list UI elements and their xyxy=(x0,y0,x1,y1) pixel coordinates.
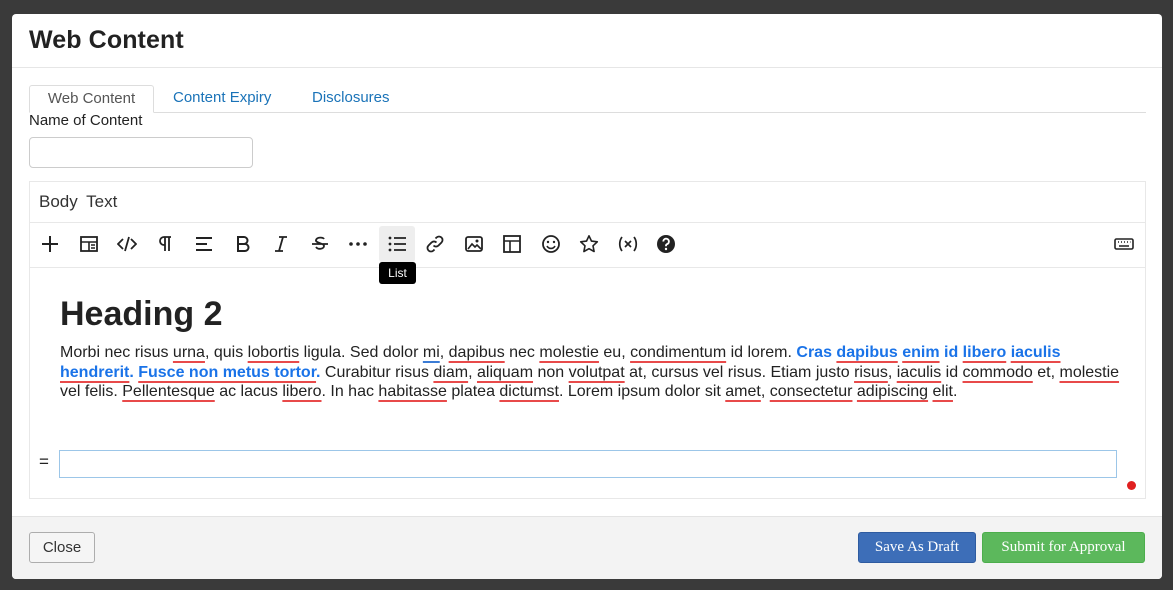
web-content-modal: Web Content Web Content Content Expiry D… xyxy=(12,14,1162,579)
close-button[interactable]: Close xyxy=(29,532,95,563)
tab-web-content[interactable]: Web Content xyxy=(29,85,154,113)
tab-bar: Web Content Content Expiry Disclosures xyxy=(29,85,1146,113)
star-icon[interactable] xyxy=(571,226,607,262)
modal-title: Web Content xyxy=(29,26,184,54)
list-tooltip: List xyxy=(379,262,416,284)
name-of-content-label: Name of Content xyxy=(29,112,143,129)
image-icon[interactable] xyxy=(456,226,492,262)
keyboard-icon[interactable] xyxy=(1106,226,1142,262)
tab-disclosures[interactable]: Disclosures xyxy=(312,85,390,111)
emoji-icon[interactable] xyxy=(533,226,569,262)
equals-marker: = xyxy=(39,452,49,471)
variable-icon[interactable] xyxy=(610,226,646,262)
source-code-icon[interactable] xyxy=(109,226,145,262)
save-as-draft-button[interactable]: Save As Draft xyxy=(858,532,976,563)
rich-text-editor: Body Text List Heading 2 Morbi nec risus… xyxy=(29,181,1146,499)
status-dot xyxy=(1127,481,1136,490)
strikethrough-icon[interactable] xyxy=(302,226,338,262)
more-icon[interactable] xyxy=(340,226,376,262)
modal-footer: Close Save As Draft Submit for Approval xyxy=(12,516,1162,579)
paragraph-icon[interactable] xyxy=(148,226,184,262)
name-of-content-input[interactable] xyxy=(29,137,253,168)
body-text-label: Body Text xyxy=(39,192,118,211)
inline-code-input[interactable] xyxy=(59,450,1117,478)
tab-content-expiry[interactable]: Content Expiry xyxy=(173,85,271,111)
template-icon[interactable] xyxy=(71,226,107,262)
add-icon[interactable] xyxy=(32,226,68,262)
submit-for-approval-button[interactable]: Submit for Approval xyxy=(982,532,1145,563)
align-left-icon[interactable] xyxy=(186,226,222,262)
help-icon[interactable] xyxy=(648,226,684,262)
modal-header: Web Content xyxy=(12,14,1162,68)
link-icon[interactable] xyxy=(417,226,453,262)
editor-content[interactable]: Heading 2 Morbi nec risus urna, quis lob… xyxy=(60,294,1120,402)
bold-icon[interactable] xyxy=(225,226,261,262)
editor-toolbar xyxy=(30,222,1145,268)
italic-icon[interactable] xyxy=(263,226,299,262)
content-paragraph: Morbi nec risus urna, quis lobortis ligu… xyxy=(60,344,1120,400)
list-icon[interactable] xyxy=(379,226,415,262)
content-heading: Heading 2 xyxy=(60,295,223,333)
table-icon[interactable] xyxy=(494,226,530,262)
